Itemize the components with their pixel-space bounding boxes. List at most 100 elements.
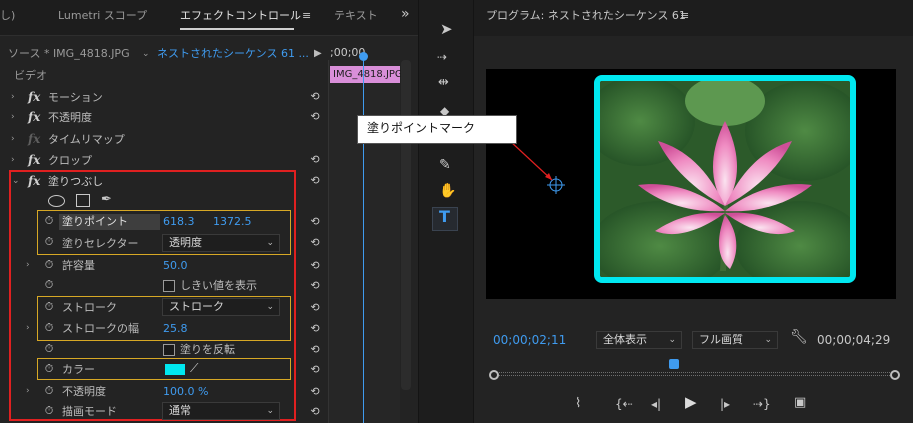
- reset-crop-icon[interactable]: ⟲: [308, 152, 322, 166]
- stopwatch-show-threshold-icon[interactable]: ⏱: [43, 278, 55, 291]
- play-icon[interactable]: ▶: [685, 395, 697, 410]
- tab-previous-partial[interactable]: し): [0, 9, 15, 23]
- selection-tool-icon[interactable]: ➤: [440, 22, 453, 37]
- reset-opacity-icon[interactable]: ⟲: [308, 109, 322, 123]
- reset-stroke-icon[interactable]: ⟲: [308, 300, 322, 314]
- eyedropper-icon[interactable]: ⟋: [190, 361, 198, 375]
- stroke-dropdown[interactable]: ストローク ⌄: [162, 298, 280, 316]
- fx-motion-icon[interactable]: fx: [28, 90, 40, 104]
- tab-lumetri-scope[interactable]: Lumetri スコープ: [58, 9, 147, 23]
- reset-show-threshold-icon[interactable]: ⟲: [308, 278, 322, 292]
- mark-in-icon[interactable]: ⌇: [575, 397, 581, 411]
- show-threshold-checkbox[interactable]: [163, 280, 175, 292]
- stopwatch-stroke-icon[interactable]: ⏱: [43, 300, 55, 313]
- expand-fill-opacity-chevron[interactable]: ›: [26, 384, 30, 398]
- expand-time-remap-chevron[interactable]: ›: [11, 132, 15, 146]
- video-section-header: ビデオ: [14, 69, 47, 82]
- mini-playhead-handle[interactable]: [359, 52, 368, 61]
- reset-fill-opacity-icon[interactable]: ⟲: [308, 384, 322, 398]
- stopwatch-fill-point-icon[interactable]: ⏱: [43, 214, 55, 227]
- go-to-out-icon[interactable]: ⇢}: [753, 397, 771, 411]
- stopwatch-tolerance-icon[interactable]: ⏱: [43, 258, 55, 271]
- source-clip-label[interactable]: ソース * IMG_4818.JPG: [8, 47, 130, 61]
- reset-fill-point-icon[interactable]: ⟲: [308, 214, 322, 228]
- reset-fill-selector-icon[interactable]: ⟲: [308, 235, 322, 249]
- expand-tolerance-chevron[interactable]: ›: [26, 258, 30, 272]
- blend-mode-value: 通常: [169, 404, 191, 417]
- panel-scrollbar[interactable]: [401, 60, 411, 390]
- stopwatch-color-icon[interactable]: ⏱: [43, 362, 55, 375]
- effect-controls-panel: し) Lumetri スコープ エフェクトコントロール ≡ テキスト » ソース…: [0, 0, 418, 423]
- stroke-label: ストローク: [62, 301, 117, 314]
- tools-panel: ➤ ⇢ ⇹ ◆ ✎ ✋ T: [418, 0, 474, 423]
- fx-fill-icon[interactable]: fx: [28, 174, 40, 188]
- reset-fill-icon[interactable]: ⟲: [308, 173, 322, 187]
- reset-invert-fill-icon[interactable]: ⟲: [308, 342, 322, 356]
- source-dropdown-icon[interactable]: ⌄: [142, 47, 150, 61]
- fx-crop-icon[interactable]: fx: [28, 153, 40, 167]
- lotus-photo: [600, 81, 850, 277]
- mini-playhead-line: [363, 58, 364, 423]
- current-timecode[interactable]: 00;00;02;11: [493, 333, 566, 347]
- fill-selector-dropdown[interactable]: 透明度 ⌄: [162, 234, 280, 252]
- duration-timecode: 00;00;04;29: [817, 333, 891, 347]
- step-forward-icon[interactable]: |▸: [720, 397, 730, 411]
- invert-fill-checkbox[interactable]: [163, 344, 175, 356]
- expand-crop-chevron[interactable]: ›: [11, 153, 15, 167]
- chevron-down-icon: ⌄: [266, 238, 274, 248]
- settings-wrench-icon[interactable]: 🔧︎: [790, 330, 808, 344]
- tab-effect-controls[interactable]: エフェクトコントロール: [180, 9, 301, 23]
- zoom-level-dropdown[interactable]: 全体表示 ⌄: [596, 331, 682, 349]
- fill-point-x-value[interactable]: 618.3: [163, 215, 195, 229]
- track-select-tool-icon[interactable]: ⇢: [437, 50, 447, 64]
- tab-text[interactable]: テキスト: [334, 9, 378, 23]
- expand-stroke-width-chevron[interactable]: ›: [26, 321, 30, 335]
- effect-motion-label: モーション: [48, 91, 103, 104]
- stopwatch-invert-fill-icon[interactable]: ⏱: [43, 342, 55, 355]
- type-tool-icon[interactable]: T: [439, 209, 450, 225]
- play-only-button[interactable]: ▶: [314, 47, 322, 61]
- rectangle-mask-icon[interactable]: [76, 194, 90, 207]
- stopwatch-fill-opacity-icon[interactable]: ⏱: [43, 384, 55, 397]
- program-monitor-title[interactable]: プログラム: ネストされたシーケンス 61: [486, 9, 686, 23]
- stopwatch-fill-selector-icon[interactable]: ⏱: [43, 235, 55, 248]
- scrub-start-handle[interactable]: [489, 370, 499, 380]
- effect-opacity-label: 不透明度: [48, 111, 92, 124]
- expand-motion-chevron[interactable]: ›: [11, 90, 15, 104]
- stroke-width-value[interactable]: 25.8: [163, 322, 188, 336]
- fx-opacity-icon[interactable]: fx: [28, 110, 40, 124]
- color-swatch[interactable]: [165, 364, 185, 375]
- stroke-value: ストローク: [169, 300, 224, 313]
- fill-point-y-value[interactable]: 1372.5: [213, 215, 252, 229]
- reset-color-icon[interactable]: ⟲: [308, 362, 322, 376]
- tolerance-label: 許容量: [62, 259, 95, 272]
- stopwatch-stroke-width-icon[interactable]: ⏱: [43, 321, 55, 334]
- reset-stroke-width-icon[interactable]: ⟲: [308, 321, 322, 335]
- blend-mode-dropdown[interactable]: 通常 ⌄: [162, 402, 280, 420]
- collapse-fill-chevron[interactable]: ⌄: [12, 174, 20, 188]
- export-frame-icon[interactable]: ▣: [794, 396, 806, 410]
- pen-tool-icon[interactable]: ✎: [439, 158, 451, 172]
- tolerance-value[interactable]: 50.0: [163, 259, 188, 273]
- pen-mask-icon[interactable]: ✒: [101, 193, 112, 207]
- clip-bar-label: IMG_4818.JPG: [333, 69, 403, 80]
- sequence-link[interactable]: ネストされたシーケンス 61 ...: [157, 47, 309, 61]
- scrub-playhead[interactable]: [669, 359, 680, 369]
- ellipse-mask-icon[interactable]: [48, 195, 65, 207]
- go-to-in-icon[interactable]: {⇠: [615, 397, 633, 411]
- expand-opacity-chevron[interactable]: ›: [11, 110, 15, 124]
- playback-resolution-dropdown[interactable]: フル画質 ⌄: [692, 331, 778, 349]
- stopwatch-blend-mode-icon[interactable]: ⏱: [43, 404, 55, 417]
- playback-resolution-value: フル画質: [699, 333, 743, 346]
- reset-motion-icon[interactable]: ⟲: [308, 89, 322, 103]
- step-back-icon[interactable]: ◂|: [651, 397, 661, 411]
- reset-tolerance-icon[interactable]: ⟲: [308, 258, 322, 272]
- scrub-end-handle[interactable]: [890, 370, 900, 380]
- effect-controls-menu-icon[interactable]: ≡: [302, 9, 311, 23]
- hand-tool-icon[interactable]: ✋: [439, 184, 456, 198]
- tab-overflow-icon[interactable]: »: [401, 7, 410, 21]
- program-menu-icon[interactable]: ≡: [680, 9, 689, 23]
- reset-blend-mode-icon[interactable]: ⟲: [308, 404, 322, 418]
- fill-opacity-value[interactable]: 100.0 %: [163, 385, 208, 399]
- ripple-edit-tool-icon[interactable]: ⇹: [438, 76, 449, 90]
